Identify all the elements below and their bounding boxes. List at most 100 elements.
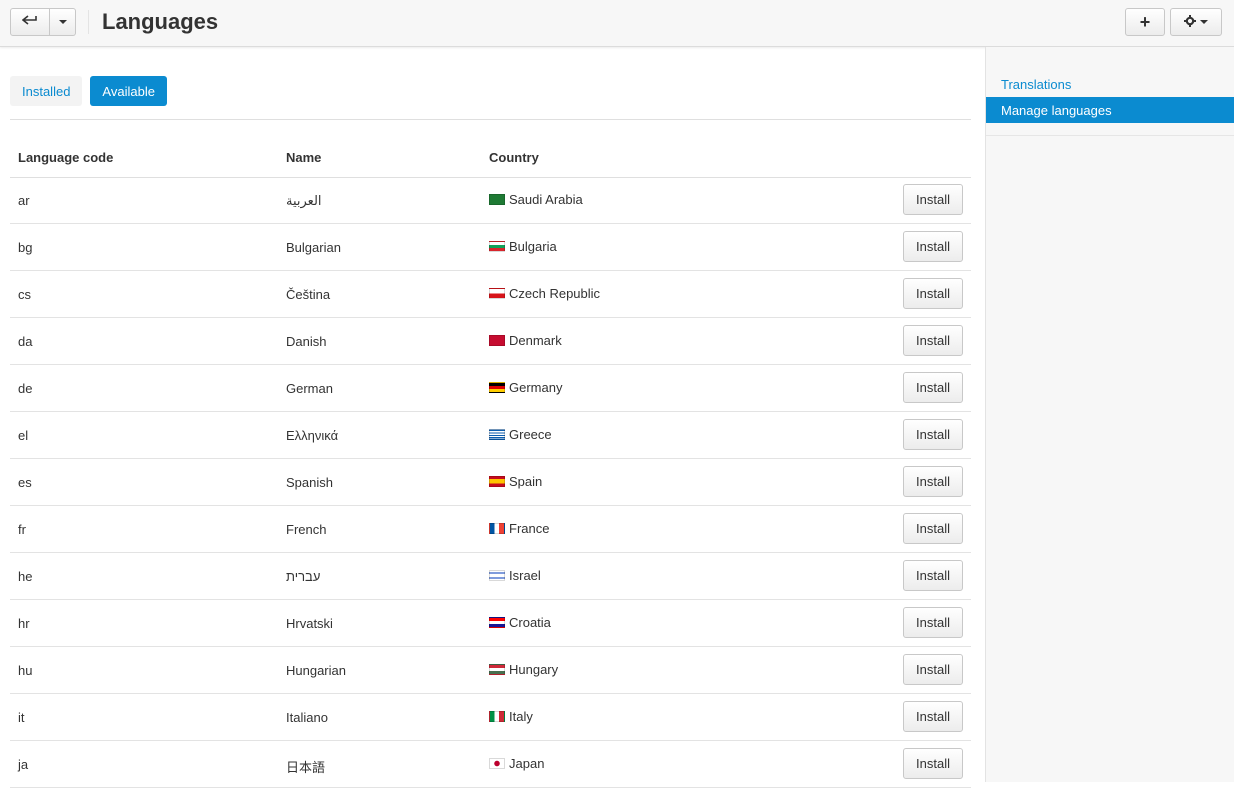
country-name: Germany (509, 380, 563, 395)
gear-icon (1184, 14, 1196, 30)
country-name: Saudi Arabia (509, 192, 583, 207)
table-row: da Danish Denmark Install (10, 318, 971, 365)
country-cell: Denmark (489, 333, 562, 348)
language-name: Bulgarian (286, 240, 341, 255)
column-header-country: Country (489, 150, 539, 165)
country-name: Czech Republic (509, 286, 601, 301)
country-cell: Israel (489, 568, 541, 583)
language-name: French (286, 522, 327, 537)
flag-cz-icon (489, 288, 505, 299)
language-code: bg (18, 240, 33, 255)
tab-installed[interactable]: Installed (10, 76, 83, 106)
country-cell: Croatia (489, 615, 551, 630)
table-row: bg Bulgarian Bulgaria Install (10, 224, 971, 271)
divider (986, 135, 1234, 136)
install-button[interactable]: Install (903, 466, 963, 497)
install-button[interactable]: Install (903, 184, 963, 215)
table-row: hr Hrvatski Croatia Install (10, 600, 971, 647)
flag-il-icon (489, 570, 505, 581)
table-row: es Spanish Spain Install (10, 459, 971, 506)
table-row: it Italiano Italy Install (10, 694, 971, 741)
languages-table-body: ar العربية Saudi Arabia Install bg Bulgarian B… (10, 177, 971, 788)
country-cell: France (489, 521, 549, 536)
install-button[interactable]: Install (903, 701, 963, 732)
table-row: ar العربية Saudi Arabia Install (10, 177, 971, 224)
country-cell: Italy (489, 709, 533, 724)
table-row: de German Germany Install (10, 365, 971, 412)
country-cell: Bulgaria (489, 239, 557, 254)
back-dropdown-button[interactable] (50, 8, 76, 36)
plus-icon: + (1139, 11, 1151, 32)
language-name: Ελληνικά (286, 428, 339, 443)
country-name: Greece (509, 427, 552, 442)
flag-it-icon (489, 711, 505, 722)
language-name: Hrvatski (286, 616, 333, 631)
language-code: de (18, 381, 33, 396)
language-name: עברית (286, 569, 321, 584)
language-code: el (18, 428, 29, 443)
install-button[interactable]: Install (903, 513, 963, 544)
table-row: fr French France Install (10, 506, 971, 553)
flag-hr-icon (489, 617, 505, 628)
country-name: Denmark (509, 333, 562, 348)
flag-bg-icon (489, 241, 505, 252)
country-cell: Greece (489, 427, 552, 442)
settings-dropdown-button[interactable] (1170, 8, 1222, 36)
sidebar-item-translations[interactable]: Translations (986, 71, 1234, 97)
back-button[interactable] (10, 8, 50, 36)
chevron-down-icon (58, 20, 67, 24)
country-cell: Japan (489, 756, 544, 771)
flag-gr-icon (489, 429, 505, 440)
country-cell: Germany (489, 380, 562, 395)
country-cell: Spain (489, 474, 542, 489)
language-name: العربية (286, 193, 322, 208)
country-name: Italy (509, 709, 533, 724)
install-button[interactable]: Install (903, 372, 963, 403)
country-cell: Czech Republic (489, 286, 600, 301)
language-code: he (18, 569, 33, 584)
table-row: ja 日本語 Japan Install (10, 741, 971, 788)
page-title: Languages (102, 9, 219, 34)
language-code: it (18, 710, 25, 725)
language-code: es (18, 475, 32, 490)
chevron-down-icon (1200, 20, 1208, 24)
country-name: Hungary (509, 662, 559, 677)
flag-sa-icon (489, 194, 505, 205)
flag-fr-icon (489, 523, 505, 534)
install-button[interactable]: Install (903, 419, 963, 450)
back-button-group (10, 8, 76, 36)
install-button[interactable]: Install (903, 654, 963, 685)
country-name: Spain (509, 474, 543, 489)
table-row: el Ελληνικά Greece Install (10, 412, 971, 459)
back-arrow-icon (21, 14, 38, 30)
language-name: Spanish (286, 475, 333, 490)
toolbar-divider (88, 10, 89, 34)
install-button[interactable]: Install (903, 748, 963, 779)
country-name: Japan (509, 756, 545, 771)
language-name: Čeština (286, 287, 331, 302)
sidebar-item-manage-languages[interactable]: Manage languages (986, 97, 1234, 123)
country-name: Israel (509, 568, 541, 583)
install-button[interactable]: Install (903, 325, 963, 356)
tab-available[interactable]: Available (90, 76, 167, 106)
language-code: fr (18, 522, 26, 537)
language-code: ar (18, 193, 30, 208)
country-name: Croatia (509, 615, 551, 630)
top-toolbar: Languages + (0, 0, 1234, 47)
install-button[interactable]: Install (903, 278, 963, 309)
install-button[interactable]: Install (903, 607, 963, 638)
flag-dk-icon (489, 335, 505, 346)
language-name: Italiano (286, 710, 328, 725)
language-code: hr (18, 616, 30, 631)
install-button[interactable]: Install (903, 231, 963, 262)
install-button[interactable]: Install (903, 560, 963, 591)
country-cell: Saudi Arabia (489, 192, 583, 207)
language-code: hu (18, 663, 33, 678)
language-name: German (286, 381, 333, 396)
add-language-button[interactable]: + (1125, 8, 1165, 36)
language-name: Hungarian (286, 663, 346, 678)
flag-de-icon (489, 382, 505, 393)
language-name: 日本語 (286, 760, 326, 775)
country-name: Bulgaria (509, 239, 557, 254)
flag-jp-icon (489, 758, 505, 769)
